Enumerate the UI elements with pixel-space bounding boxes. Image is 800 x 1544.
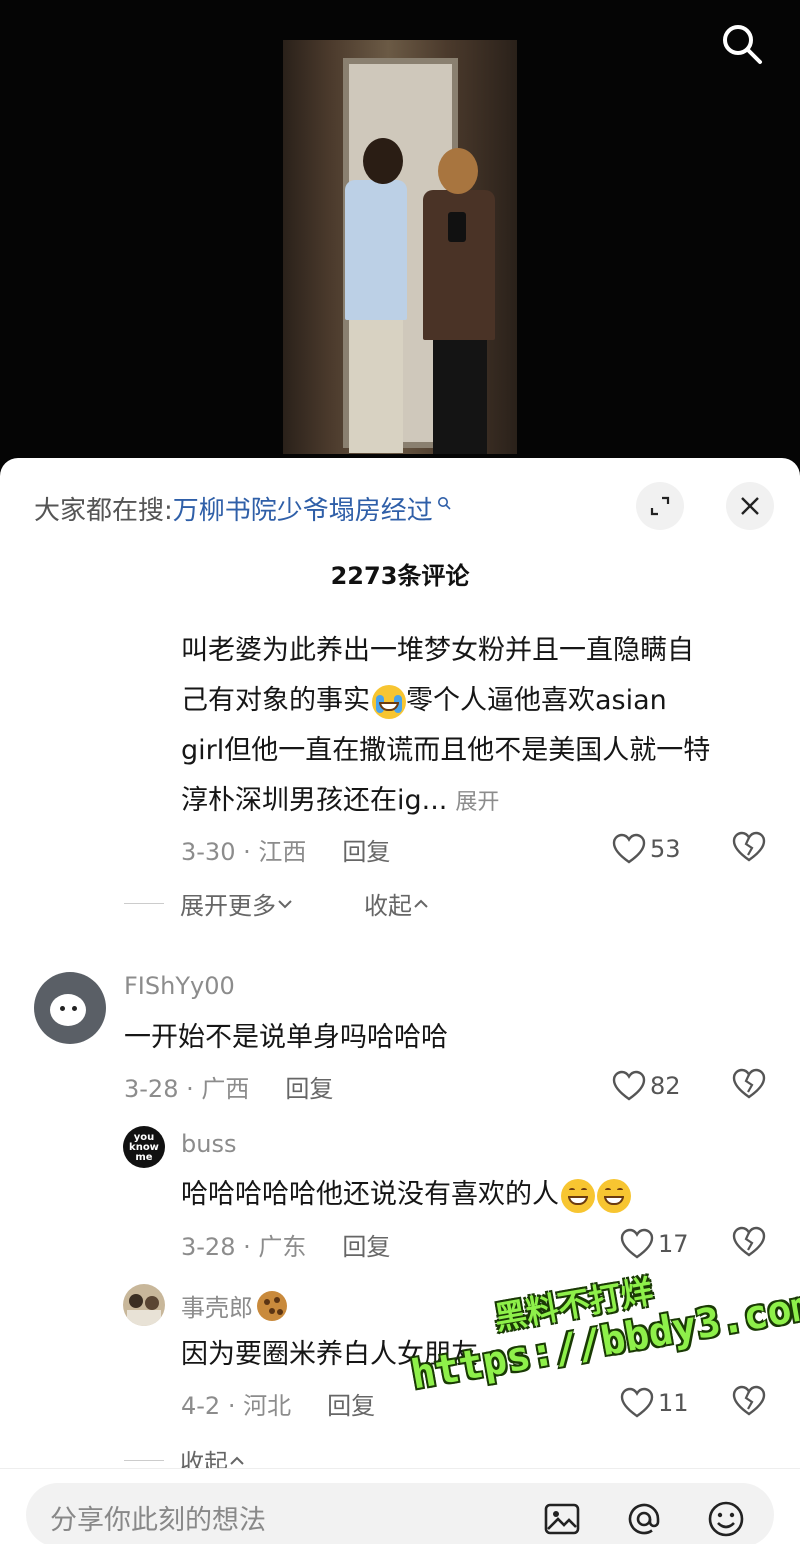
expand-icon bbox=[650, 496, 670, 516]
broken-heart-icon bbox=[732, 831, 766, 862]
reply-date-location: 3-30 · 江西 bbox=[181, 837, 307, 866]
like-count: 11 bbox=[658, 1389, 689, 1417]
hot-search-link[interactable]: 万柳书院少爷塌房经过 bbox=[173, 490, 433, 527]
reply-username[interactable]: buss bbox=[181, 1130, 236, 1158]
video-photo[interactable] bbox=[283, 40, 517, 454]
close-icon bbox=[741, 497, 759, 515]
reply-text: 叫老婆为此养出一堆梦女粉并且一直隐瞒自 己有对象的事实 零个人逼他喜欢asian … bbox=[181, 635, 711, 816]
close-button[interactable] bbox=[726, 482, 774, 530]
search-icon[interactable] bbox=[718, 20, 766, 68]
comment-input-bar: 分享你此刻的想法 bbox=[0, 1468, 800, 1544]
like-button[interactable]: 82 bbox=[612, 1066, 681, 1106]
grin-emoji-icon bbox=[561, 1178, 595, 1213]
reply-date-location: 4-2 · 河北 bbox=[181, 1391, 292, 1420]
heart-icon bbox=[612, 1070, 646, 1101]
chevron-down-icon bbox=[278, 899, 292, 908]
broken-heart-icon bbox=[732, 1385, 766, 1416]
comment-date-location: 3-28 · 广西 bbox=[124, 1074, 250, 1103]
like-button[interactable]: 17 bbox=[620, 1224, 689, 1264]
grin-emoji-icon bbox=[597, 1178, 631, 1213]
divider bbox=[124, 903, 164, 904]
reply-meta: 4-2 · 河北 回复 bbox=[181, 1385, 375, 1421]
reply-username[interactable]: 事壳郎 bbox=[181, 1288, 253, 1323]
heart-icon bbox=[612, 833, 646, 864]
crying-emoji-icon bbox=[372, 684, 406, 719]
expand-more-button[interactable]: 展开更多 bbox=[180, 886, 294, 921]
comment-count: 2273条评论 bbox=[330, 562, 470, 590]
avatar[interactable] bbox=[34, 972, 106, 1044]
video-area[interactable] bbox=[0, 0, 800, 470]
collapse-button[interactable]: 收起 bbox=[364, 886, 430, 921]
expand-text-link[interactable]: 展开 bbox=[455, 790, 499, 815]
chevron-up-icon bbox=[414, 899, 428, 908]
dislike-button[interactable] bbox=[732, 1068, 768, 1104]
like-count: 82 bbox=[650, 1072, 681, 1100]
reply-meta: 3-28 · 广东 回复 bbox=[181, 1226, 390, 1262]
thread-controls: 展开更多 收起 bbox=[124, 886, 430, 921]
reply-button[interactable]: 回复 bbox=[342, 1227, 390, 1262]
reply-meta: 3-30 · 江西 回复 bbox=[181, 831, 390, 867]
reply-button[interactable]: 回复 bbox=[327, 1386, 375, 1421]
heart-icon bbox=[620, 1228, 654, 1259]
comment-input[interactable]: 分享你此刻的想法 bbox=[26, 1483, 774, 1544]
dislike-button[interactable] bbox=[732, 1385, 768, 1421]
broken-heart-icon bbox=[732, 1068, 766, 1099]
emoji-icon[interactable] bbox=[706, 1499, 746, 1539]
avatar[interactable]: you know me bbox=[123, 1126, 165, 1168]
expand-button[interactable] bbox=[636, 482, 684, 530]
like-count: 17 bbox=[658, 1230, 689, 1258]
reply-button[interactable]: 回复 bbox=[342, 832, 390, 867]
avatar[interactable] bbox=[123, 1284, 165, 1326]
comment-text: 一开始不是说单身吗哈哈哈 bbox=[124, 1022, 448, 1053]
chevron-up-icon bbox=[230, 1456, 244, 1465]
heart-icon bbox=[620, 1387, 654, 1418]
cookie-emoji-icon bbox=[257, 1290, 287, 1321]
reply-button[interactable]: 回复 bbox=[285, 1069, 333, 1104]
divider bbox=[124, 1460, 164, 1461]
hot-search-prefix: 大家都在搜: bbox=[34, 495, 173, 526]
dislike-button[interactable] bbox=[732, 831, 768, 867]
comment-username[interactable]: FIShYy00 bbox=[124, 972, 235, 1000]
comment-input-placeholder: 分享你此刻的想法 bbox=[50, 1505, 266, 1536]
like-button[interactable]: 11 bbox=[620, 1383, 689, 1423]
reply-username-row[interactable]: 事壳郎 bbox=[181, 1288, 287, 1323]
image-icon[interactable] bbox=[542, 1499, 582, 1539]
like-count: 53 bbox=[650, 835, 681, 863]
hot-search-bar[interactable]: 大家都在搜: 万柳书院少爷塌房经过 bbox=[34, 488, 451, 528]
comment-meta: 3-28 · 广西 回复 bbox=[124, 1068, 333, 1104]
at-icon[interactable] bbox=[624, 1499, 664, 1539]
comments-sheet: 大家都在搜: 万柳书院少爷塌房经过 2273条评论 叫老婆为此养出一堆梦女粉并且… bbox=[0, 458, 800, 1544]
like-button[interactable]: 53 bbox=[612, 829, 681, 869]
reply-text: 哈哈哈哈哈他还说没有喜欢的人 bbox=[181, 1170, 631, 1220]
reply-date-location: 3-28 · 广东 bbox=[181, 1232, 307, 1261]
search-icon bbox=[437, 497, 451, 510]
